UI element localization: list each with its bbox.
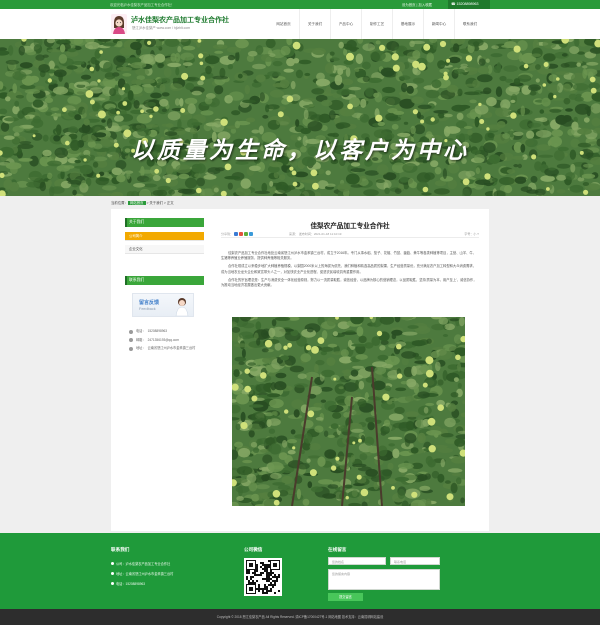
site-footer: 联系我们 公司：泸水佳梨农产品加工专业合作社 地址：云南省怒江州泸水市金禾镇三台…	[0, 533, 600, 609]
sidebar-contact-title: 联系我们	[125, 276, 204, 285]
support-girl-icon	[175, 298, 189, 316]
content-panel: 关于我们 公司简介 企业文化 联系我们 留言反馈 Feedback 电话： 15…	[111, 209, 489, 531]
message-textarea[interactable]: 您的留言内容	[328, 569, 440, 590]
share-wechat-icon[interactable]	[244, 232, 249, 236]
name-input[interactable]: 您的姓名	[328, 557, 386, 565]
submit-message-button[interactable]: 提交留言	[328, 593, 363, 601]
site-header: 泸水佳梨农产品加工专业合作社 怒江泸水佳梨产 www.com / hjlzhlt…	[0, 9, 600, 39]
orchard-image	[0, 39, 600, 196]
share-more-icon[interactable]	[249, 232, 254, 236]
sidebar-about-title: 关于我们	[125, 218, 204, 227]
sidebar-contact: 联系我们 留言反馈 Feedback 电话： 15208898963 邮箱： 2…	[125, 276, 204, 351]
article-paragraph: 合作社的宗旨理念是：生产与消费安全一体化经营原则，努力以一流质量取胜，诚信经营，…	[221, 277, 477, 288]
footer-company-line: 公司：泸水佳梨农产品加工专业合作社	[111, 561, 170, 566]
footer-address: 地址：云南省怒江州泸水市金禾镇三台村	[116, 572, 174, 576]
share-qzone-icon[interactable]	[234, 232, 239, 236]
feedback-title: 留言反馈	[139, 300, 160, 306]
top-phone: 15208898963	[456, 2, 479, 6]
sidebar-item-company-intro[interactable]: 公司简介	[125, 232, 204, 241]
footer-company: 公司：泸水佳梨农产品加工专业合作社	[116, 562, 171, 566]
contact-email-value: 2471356193@qq.com	[147, 337, 179, 342]
share-weibo-icon[interactable]	[239, 232, 244, 236]
contact-email: 邮箱： 2471356193@qq.com	[129, 338, 204, 343]
feedback-sub: Feedback	[139, 307, 156, 311]
breadcrumb-home[interactable]: 网站首页	[127, 201, 146, 205]
wechat-qr-code	[244, 558, 282, 596]
email-icon	[129, 338, 133, 343]
contact-phone: 电话： 15208898963	[129, 329, 204, 334]
contact-email-label: 邮箱：	[136, 337, 146, 342]
footer-phone: 电话：15208898963	[116, 582, 146, 586]
font-size-toggle[interactable]: 字号：小 T	[464, 232, 479, 236]
footer-contact-title: 联系我们	[111, 547, 130, 552]
breadcrumb-current: 关于我们 > 正文	[149, 201, 174, 205]
nav-home[interactable]: 网站首页	[268, 9, 299, 39]
main-nav: 网站首页 关于我们 产品中心 制作工艺 基地展示 新闻中心 联系我们	[268, 9, 485, 39]
nav-contact[interactable]: 联系我们	[454, 9, 485, 39]
nav-news[interactable]: 新闻中心	[423, 9, 454, 39]
share-bar: 分享到：	[221, 232, 254, 236]
nav-about[interactable]: 关于我们	[299, 9, 330, 39]
footer-phone-line: 电话：15208898963	[111, 581, 145, 586]
nav-products[interactable]: 产品中心	[330, 9, 361, 39]
top-phone-badge: ☎ 15208898963	[448, 0, 490, 9]
feedback-banner[interactable]: 留言反馈 Feedback	[132, 293, 194, 317]
sidebar-about: 关于我们 公司简介 企业文化	[125, 218, 204, 254]
article-info: 来源： 发布时间：2021-01-18 11:10:19	[289, 232, 342, 236]
brand-subtitle: 怒江泸水佳梨产 www.com / hjlzhlt.com	[132, 26, 191, 30]
copyright-bar: Copyright © 2018 怒江佳梨农产品 All Rights Rese…	[0, 609, 600, 625]
nav-process[interactable]: 制作工艺	[361, 9, 392, 39]
top-links[interactable]: 设为首页 | 加入收藏	[402, 2, 432, 7]
contact-address: 地址： 云南省怒江州泸水市金禾镇三台村	[129, 346, 204, 351]
contact-phone-label: 电话：	[136, 329, 146, 333]
article-paragraph: 合作社现成立以来稳步地扩大种植养殖规模，以梨园2000米以上的海拔为依托，我们种…	[221, 264, 477, 274]
article-body: 佳梨农产品加工专业合作社地处云南省怒江州泸水市金禾镇三台村，成立于2016年。专…	[221, 251, 479, 291]
breadcrumb: 当前位置： 网站首页 > 关于我们 > 正文	[111, 199, 489, 208]
contact-address-value: 云南省怒江州泸水市金禾镇三台村	[147, 346, 196, 351]
top-bar: 欢迎光临泸水佳梨农产品加工专业合作社！ 设为首页 | 加入收藏 ☎ 152088…	[0, 0, 600, 9]
phone-icon	[111, 582, 114, 585]
banner-slogan: 以质量为生命，以客户为中心	[131, 137, 469, 164]
article-meta: 分享到： 来源： 发布时间：2021-01-18 11:10:19 字号：小 T	[221, 232, 479, 238]
location-icon	[129, 346, 133, 351]
share-label: 分享到：	[221, 232, 234, 236]
brand-name[interactable]: 泸水佳梨农产品加工专业合作社	[131, 15, 229, 25]
location-icon	[111, 572, 114, 575]
company-icon	[111, 562, 114, 565]
footer-wechat-title: 公司微信	[244, 547, 263, 552]
phone-input[interactable]: 联系电话	[390, 557, 440, 565]
phone-icon	[129, 329, 133, 334]
welcome-text: 欢迎光临泸水佳梨农产品加工专业合作社！	[110, 3, 175, 7]
sidebar-item-culture[interactable]: 企业文化	[125, 245, 204, 254]
breadcrumb-label: 当前位置：	[111, 201, 128, 205]
pear-tree-image	[232, 317, 465, 506]
contact-address-label: 地址：	[136, 346, 146, 351]
hero-banner: 以质量为生命，以客户为中心	[0, 39, 600, 196]
contact-phone-value: 15208898963	[147, 329, 168, 333]
article-paragraph: 佳梨农产品加工专业合作社地处云南省怒江州泸水市金禾镇三台村，成立于2016年。专…	[221, 251, 477, 261]
footer-address-line: 地址：云南省怒江州泸水市金禾镇三台村	[111, 571, 173, 576]
article-pear-tree-photo	[232, 317, 465, 506]
article-title: 佳梨农产品加工专业合作社	[310, 223, 390, 230]
logo-avatar-icon[interactable]	[111, 14, 127, 34]
footer-message-title: 在线留言	[328, 547, 347, 552]
nav-base[interactable]: 基地展示	[392, 9, 423, 39]
